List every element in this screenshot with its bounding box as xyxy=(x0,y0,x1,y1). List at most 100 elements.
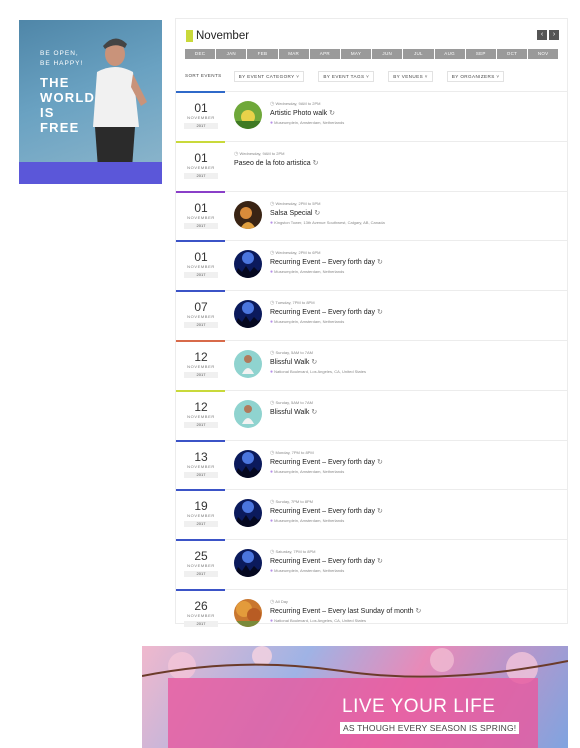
clock-icon: ◷ xyxy=(270,200,275,207)
event-title[interactable]: Artistic Photo walk ↻ xyxy=(270,108,344,119)
event-year: 2017 xyxy=(184,571,218,578)
event-row[interactable]: 26 NOVEMBER 2017 ◷ All Day Recurring Event –… xyxy=(176,588,567,639)
event-row[interactable]: 12 NOVEMBER 2017 ◷ Sunday, 5AM to 7AM Blissf… xyxy=(176,389,567,440)
month-tab[interactable]: FEB xyxy=(247,49,278,59)
event-date: 07 NOVEMBER 2017 xyxy=(180,301,222,329)
month-color-marker xyxy=(186,30,193,42)
month-tab[interactable]: MAR xyxy=(278,49,309,59)
event-row[interactable]: 12 NOVEMBER 2017 ◷ Sunday, 5AM to 7AM Blissf… xyxy=(176,339,567,390)
event-thumbnail[interactable] xyxy=(234,549,262,578)
month-tab[interactable]: JUN xyxy=(372,49,403,59)
event-day: 01 xyxy=(194,150,208,165)
event-accent-bar xyxy=(176,489,225,492)
month-tab[interactable]: SEP xyxy=(465,49,496,59)
event-accent-bar xyxy=(176,190,225,193)
repeat-icon: ↻ xyxy=(377,259,383,267)
spring-banner[interactable]: LIVE YOUR LIFE AS THOUGH EVERY SEASON IS… xyxy=(142,646,568,748)
event-title[interactable]: Recurring Event – Every last Sunday of m… xyxy=(270,606,421,617)
filter-category-dropdown[interactable]: BY EVENT CATEGORY ˅ xyxy=(233,71,305,82)
event-month: NOVEMBER xyxy=(187,413,215,419)
month-title: November xyxy=(196,30,250,42)
event-title[interactable]: Salsa Special ↻ xyxy=(270,208,385,219)
month-header: November xyxy=(186,29,249,43)
event-title[interactable]: Blissful Walk ↻ xyxy=(270,357,366,368)
event-thumbnail[interactable] xyxy=(234,399,262,428)
clock-icon: ◷ xyxy=(234,150,239,157)
clock-icon: ◷ xyxy=(270,598,275,605)
event-year: 2017 xyxy=(184,371,218,378)
event-time: ◷ All Day xyxy=(270,598,288,605)
next-month-button[interactable]: › xyxy=(549,30,559,40)
event-month: NOVEMBER xyxy=(187,612,215,618)
event-title[interactable]: Recurring Event – Every forth day ↻ xyxy=(270,506,383,517)
clock-icon: ◷ xyxy=(270,349,275,356)
event-thumbnail[interactable] xyxy=(234,449,262,478)
filter-organizers-dropdown[interactable]: BY ORGANIZERS ˅ xyxy=(446,71,505,82)
event-day: 12 xyxy=(194,349,208,364)
location-pin-icon: ● xyxy=(270,120,274,126)
location-pin-icon: ● xyxy=(270,269,274,276)
prev-month-button[interactable]: ‹ xyxy=(537,30,547,40)
event-row[interactable]: 01 NOVEMBER 2017 ◷ Wednesday, 9AM to 2PM Art… xyxy=(176,91,567,141)
event-info: ◷ Wednesday, 2PM to 6PM Recurring Event –… xyxy=(270,249,383,276)
month-strip: DEC JAN FEB MAR APR MAY JUN JUL AUG SEP OCT NOV xyxy=(185,49,559,59)
event-row[interactable]: 07 NOVEMBER 2017 ◷ Tuesday, 7PM to 8PM Recur… xyxy=(176,290,567,340)
month-tab[interactable]: JUL xyxy=(403,49,434,59)
event-thumbnail[interactable] xyxy=(234,349,262,378)
event-row[interactable]: 25 NOVEMBER 2017 ◷ Saturday, 7PM to 8PM Recu… xyxy=(176,539,567,589)
event-date: 01 NOVEMBER 2017 xyxy=(180,200,222,229)
event-title[interactable]: Paseo de la foto artistica ↻ xyxy=(234,158,318,169)
event-year: 2017 xyxy=(184,471,218,478)
event-year: 2017 xyxy=(184,421,218,428)
event-title[interactable]: Recurring Event – Every forth day ↻ xyxy=(270,307,383,318)
event-row[interactable]: 01 NOVEMBER 2017 ◷ Wednesday, 2PM to 5PM Sal… xyxy=(176,190,567,241)
event-title[interactable]: Blissful Walk ↻ xyxy=(270,407,317,418)
month-tab[interactable]: OCT xyxy=(496,49,528,59)
event-row[interactable]: 01 NOVEMBER 2017 ◷ Wednesday, 2PM to 6PM Rec… xyxy=(176,240,567,290)
banner-subline: AS THOUGH EVERY SEASON IS SPRING! xyxy=(340,722,520,734)
event-title[interactable]: Recurring Event – Every forth day ↻ xyxy=(270,257,383,268)
event-thumbnail[interactable] xyxy=(234,300,262,329)
event-title[interactable]: Recurring Event – Every forth day ↻ xyxy=(270,457,383,468)
event-calendar: November ‹ › DEC JAN FEB MAR APR MAY JUN JUL AUG… xyxy=(175,18,568,627)
month-tab[interactable]: AUG xyxy=(434,49,465,59)
event-thumbnail[interactable] xyxy=(234,499,262,528)
event-month: NOVEMBER xyxy=(187,115,215,120)
clock-icon: ◷ xyxy=(270,549,275,556)
event-row[interactable]: 19 NOVEMBER 2017 ◷ Sunday, 7PM to 8PM Recurr… xyxy=(176,489,567,539)
event-row[interactable]: 01 NOVEMBER 2017 ◷ Wednesday, 9AM to 2PM Pas… xyxy=(176,140,567,191)
event-day: 01 xyxy=(194,200,208,215)
event-date: 26 NOVEMBER 2017 xyxy=(180,598,222,627)
event-day: 01 xyxy=(194,101,208,115)
event-day: 26 xyxy=(194,598,208,613)
sort-events-label: SORT EVENTS xyxy=(185,73,222,78)
event-date: 12 NOVEMBER 2017 xyxy=(180,349,222,378)
month-tab[interactable]: APR xyxy=(309,49,340,59)
repeat-icon: ↻ xyxy=(415,607,422,615)
clock-icon: ◷ xyxy=(270,250,275,257)
event-thumbnail[interactable] xyxy=(234,598,262,627)
filter-venues-dropdown[interactable]: BY VENUES ˅ xyxy=(388,71,433,82)
repeat-icon: ↻ xyxy=(329,110,336,117)
event-year: 2017 xyxy=(184,521,218,528)
event-thumbnail[interactable] xyxy=(234,250,262,279)
promo-banner[interactable]: BE OPEN, BE HAPPY! THE WORLD IS FREE xyxy=(19,20,162,184)
event-title[interactable]: Recurring Event – Every forth day ↻ xyxy=(270,556,383,567)
event-time: ◷ Sunday, 5AM to 7AM xyxy=(270,349,313,356)
event-thumbnail[interactable] xyxy=(234,101,262,129)
event-day: 19 xyxy=(194,499,208,514)
event-info: ◷ Sunday, 7PM to 8PM Recurring Event – Ev… xyxy=(270,498,383,525)
event-thumbnail[interactable] xyxy=(234,200,262,229)
event-accent-bar xyxy=(176,389,225,392)
event-row[interactable]: 13 NOVEMBER 2017 ◷ Monday, 7PM to 8PM Recurr… xyxy=(176,439,567,490)
promo-heading: THE WORLD IS FREE xyxy=(40,75,96,135)
month-tab[interactable]: NOV xyxy=(528,49,559,59)
event-month: NOVEMBER xyxy=(187,513,215,519)
promo-color-bar xyxy=(19,162,162,184)
month-tab[interactable]: JAN xyxy=(216,49,247,59)
event-accent-bar xyxy=(176,588,225,591)
filter-tags-dropdown[interactable]: BY EVENT TAGS ˅ xyxy=(318,71,375,82)
month-tab[interactable]: MAY xyxy=(340,49,372,59)
month-tab[interactable]: DEC xyxy=(185,49,216,59)
event-time: ◷ Monday, 7PM to 8PM xyxy=(270,449,314,456)
